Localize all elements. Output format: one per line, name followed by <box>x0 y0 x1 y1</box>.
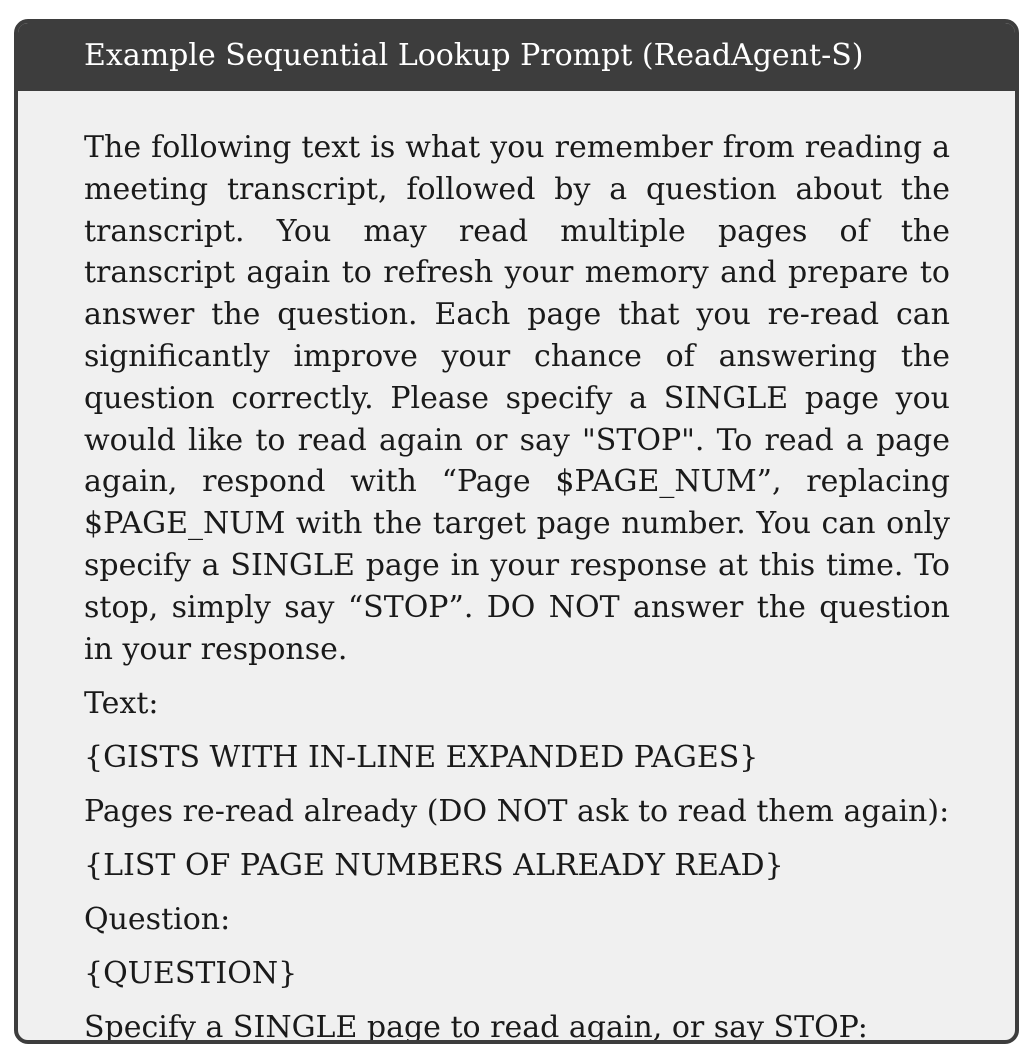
text-label: Text: <box>84 686 159 722</box>
prompt-box: Example Sequential Lookup Prompt (ReadAg… <box>14 19 1019 1044</box>
pages-read-placeholder: {LIST OF PAGE NUMBERS ALREADY READ} <box>84 848 784 884</box>
question-placeholder: {QUESTION} <box>84 956 298 992</box>
pages-read-label: Pages re-read already (DO NOT ask to rea… <box>84 794 950 830</box>
final-instruction: Specify a SINGLE page to read again, or … <box>84 1010 868 1044</box>
prompt-body: The following text is what you remember … <box>84 127 950 1044</box>
prompt-title: Example Sequential Lookup Prompt (ReadAg… <box>18 23 1015 91</box>
question-label: Question: <box>84 902 231 938</box>
instructions-paragraph: The following text is what you remember … <box>84 130 950 667</box>
gists-placeholder: {GISTS WITH IN-LINE EXPANDED PAGES} <box>84 740 759 776</box>
